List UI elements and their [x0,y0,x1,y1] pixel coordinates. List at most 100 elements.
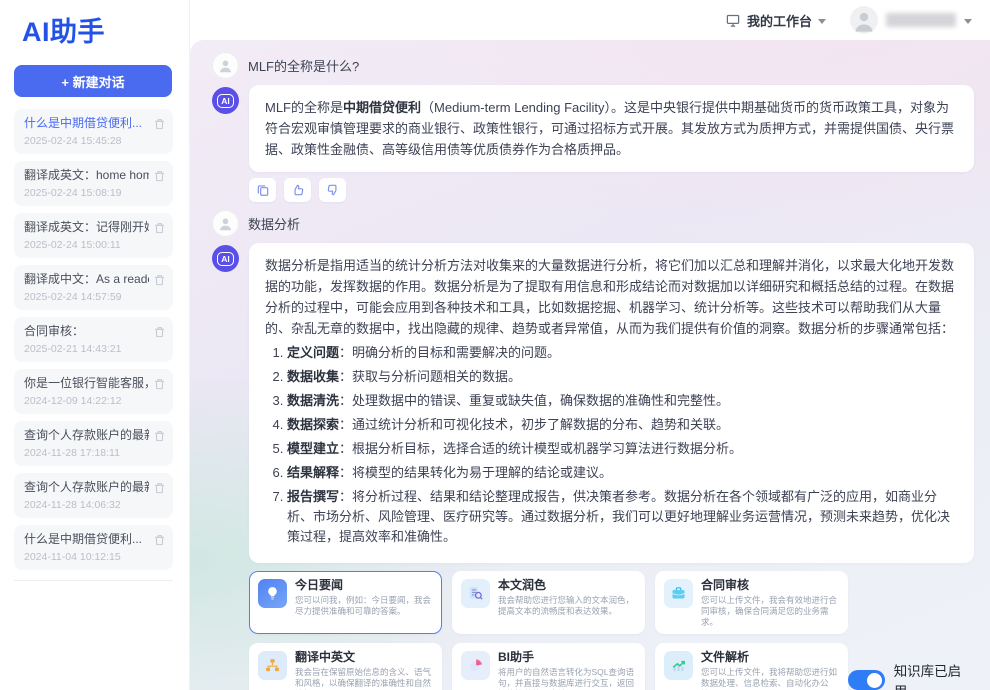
conversation-title: 你是一位银行智能客服，... [24,375,149,391]
trash-icon[interactable] [153,481,166,495]
user-message: 数据分析 [212,210,974,237]
card-desc: 我会帮助您进行您输入的文本润色，提高文本的流畅度和表达效果。 [498,595,636,617]
conversation-time: 2025-02-24 15:45:28 [24,135,149,147]
conversation-title: 合同审核： [24,323,149,339]
user-message: MLF的全称是什么? [212,52,974,79]
conversation-item[interactable]: 什么是中期借贷便利... 2025-02-24 15:45:28 [14,109,173,154]
card-desc: 我会旨在保留原始信息的含义、语气和风格，以确保翻译的准确性和自然流畅。 [295,667,433,690]
avatar [850,6,878,34]
conversation-item[interactable]: 查询个人存款账户的最新... 2024-11-28 17:18:11 [14,421,173,466]
trash-icon[interactable] [153,221,166,235]
card-daily-news[interactable]: 今日要闻 您可以问我，例如：今日要闻，我会尽力提供准确和可靠的答案。 [249,571,442,634]
trash-icon[interactable] [153,169,166,183]
trash-icon[interactable] [153,533,166,547]
ai-message-card: 数据分析是指用适当的统计分析方法对收集来的大量数据进行分析，将它们加以汇总和理解… [249,243,974,563]
sitemap-icon [258,651,287,680]
card-text-polish[interactable]: 本文润色 我会帮助您进行您输入的文本润色，提高文本的流畅度和表达效果。 [452,571,645,634]
list-item: 模型建立：根据分析目标，选择合适的统计模型或机器学习算法进行数据分析。 [287,439,958,459]
lightbulb-icon [258,579,287,608]
app-logo: AI助手 [22,10,189,49]
monitor-icon [725,13,741,28]
card-title: BI助手 [498,650,636,665]
card-title: 本文润色 [498,578,636,593]
person-icon [217,215,234,232]
conversation-title: 查询个人存款账户的最新... [24,427,149,443]
list-item: 结果解释：将模型的结果转化为易于理解的结论或建议。 [287,463,958,483]
shortcut-cards: 今日要闻 您可以问我，例如：今日要闻，我会尽力提供准确和可靠的答案。 本文润色 … [249,571,848,690]
trash-icon[interactable] [153,429,166,443]
message-actions [249,178,974,202]
conversation-time: 2025-02-24 15:08:19 [24,187,149,199]
conversation-time: 2024-11-28 14:06:32 [24,499,149,511]
list-item: 定义问题：明确分析的目标和需要解决的问题。 [287,343,958,363]
copy-icon [256,183,270,197]
sidebar: AI助手 + 新建对话 什么是中期借贷便利... 2025-02-24 15:4… [0,0,190,690]
trash-icon[interactable] [153,377,166,391]
toggle-switch-on[interactable] [848,670,885,690]
card-desc: 将用户的自然语言转化为SQL查询语句，并直接与数据库进行交互，返回智能推荐的图表… [498,667,636,690]
trend-chart-icon [664,651,693,680]
ai-text: MLF的全称是 [265,100,343,115]
chat-panel: MLF的全称是什么? AI MLF的全称是中期借贷便利（Medium-term … [190,40,990,690]
user-message-text: MLF的全称是什么? [248,56,359,75]
card-bi-assistant[interactable]: BI助手 将用户的自然语言转化为SQL查询语句，并直接与数据库进行交互，返回智能… [452,643,645,690]
conversation-time: 2025-02-24 14:57:59 [24,291,149,303]
conversation-title: 翻译成英文：home home [24,167,149,183]
thumbs-up-button[interactable] [284,178,311,202]
card-title: 今日要闻 [295,578,433,593]
conversation-title: 翻译成英文：记得刚开始... [24,219,149,235]
shortcut-cards-zone: 今日要闻 您可以问我，例如：今日要闻，我会尽力提供准确和可靠的答案。 本文润色 … [249,571,974,690]
person-icon [850,6,878,34]
conversation-item[interactable]: 合同审核： 2025-02-21 14:43:21 [14,317,173,362]
ai-text-bold: 中期借贷便利 [343,100,421,115]
conversation-item[interactable]: 翻译成中文：As a reader... 2025-02-24 14:57:59 [14,265,173,310]
document-polish-icon [461,579,490,608]
person-icon [217,57,234,74]
copy-button[interactable] [249,178,276,202]
knowledge-base-label: 知识库已启用 [894,660,974,690]
conversation-item[interactable]: 翻译成英文：home home 2025-02-24 15:08:19 [14,161,173,206]
conversation-item[interactable]: 什么是中期借贷便利... 2024-11-04 10:12:15 [14,525,173,570]
ai-text: 数据分析是指用适当的统计分析方法对收集来的大量数据进行分析，将它们加以汇总和理解… [265,258,954,336]
card-desc: 您可以问我，例如：今日要闻，我会尽力提供准确和可靠的答案。 [295,595,433,617]
knowledge-base-toggle[interactable]: 知识库已启用 [848,660,974,690]
ai-badge: AI [217,252,234,266]
thumbs-up-icon [291,183,305,197]
list-item: 数据探索：通过统计分析和可视化技术，初步了解数据的分布、趋势和关联。 [287,415,958,435]
trash-icon[interactable] [153,117,166,131]
conversation-title: 查询个人存款账户的最新... [24,479,149,495]
conversation-title: 什么是中期借贷便利... [24,531,149,547]
workspace-menu[interactable]: 我的工作台 [725,11,826,30]
card-file-parse[interactable]: 文件解析 您可以上传文件，我将帮助您进行如数据处理、信息检索、自动化办公等。 [655,643,848,690]
card-title: 文件解析 [701,650,839,665]
pie-chart-icon [461,651,490,680]
conversation-time: 2024-11-28 17:18:11 [24,447,149,459]
card-contract-review[interactable]: 合同审核 您可以上传文件，我会有效地进行合同审核，确保合同满足您的业务需求。 [655,571,848,634]
trash-icon[interactable] [153,325,166,339]
conversation-time: 2024-12-09 14:22:12 [24,395,149,407]
card-translate[interactable]: 翻译中英文 我会旨在保留原始信息的含义、语气和风格，以确保翻译的准确性和自然流畅… [249,643,442,690]
conversation-item[interactable]: 翻译成英文：记得刚开始... 2025-02-24 15:00:11 [14,213,173,258]
conversation-title: 翻译成中文：As a reader... [24,271,149,287]
list-item: 报告撰写：将分析过程、结果和结论整理成报告，供决策者参考。数据分析在各个领域都有… [287,487,958,547]
card-title: 翻译中英文 [295,650,433,665]
new-chat-button[interactable]: + 新建对话 [14,65,172,97]
user-menu[interactable] [836,6,972,34]
workspace-label: 我的工作台 [747,11,812,30]
conversation-item[interactable]: 查询个人存款账户的最新... 2024-11-28 14:06:32 [14,473,173,518]
card-desc: 您可以上传文件，我会有效地进行合同审核，确保合同满足您的业务需求。 [701,595,839,628]
conversation-time: 2025-02-21 14:43:21 [24,343,149,355]
ai-message-card: MLF的全称是中期借贷便利（Medium-term Lending Facili… [249,85,974,172]
card-title: 合同审核 [701,578,839,593]
thumbs-down-button[interactable] [319,178,346,202]
list-item: 数据清洗：处理数据中的错误、重复或缺失值，确保数据的准确性和完整性。 [287,391,958,411]
conversation-time: 2025-02-24 15:00:11 [24,239,149,251]
user-avatar [212,210,239,237]
topbar: 我的工作台 [190,0,990,40]
ai-badge: AI [217,94,234,108]
trash-icon[interactable] [153,273,166,287]
analysis-steps-list: 定义问题：明确分析的目标和需要解决的问题。 数据收集：获取与分析问题相关的数据。… [265,343,958,547]
sidebar-divider [14,580,173,581]
conversation-item[interactable]: 你是一位银行智能客服，... 2024-12-09 14:22:12 [14,369,173,414]
chevron-down-icon [964,19,972,24]
